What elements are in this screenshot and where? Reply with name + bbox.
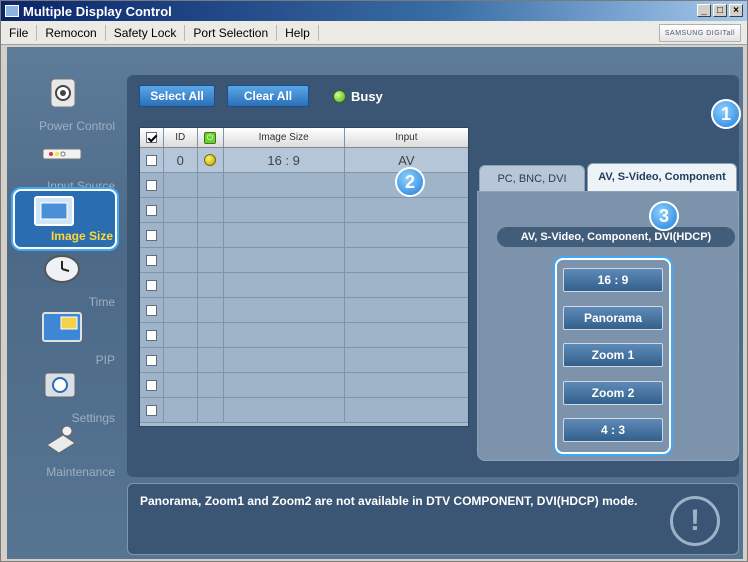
option-4-3-button[interactable]: 4 : 3 bbox=[563, 418, 663, 442]
menu-remocon[interactable]: Remocon bbox=[37, 24, 106, 41]
message-text: Panorama, Zoom1 and Zoom2 are not availa… bbox=[140, 494, 638, 508]
row-checkbox[interactable] bbox=[145, 229, 157, 241]
table-header: ID ⏻ Image Size Input bbox=[140, 128, 468, 148]
table-row[interactable] bbox=[140, 398, 468, 423]
clock-icon bbox=[44, 255, 80, 283]
menu-bar: File Remocon Safety Lock Port Selection … bbox=[1, 21, 747, 45]
row-checkbox[interactable] bbox=[145, 254, 157, 266]
select-all-button[interactable]: Select All bbox=[139, 85, 215, 107]
warning-icon: ! bbox=[670, 496, 720, 546]
sidebar-item-label: Time bbox=[88, 295, 115, 309]
row-checkbox[interactable] bbox=[145, 404, 157, 416]
clear-all-button[interactable]: Clear All bbox=[227, 85, 309, 107]
row-checkbox[interactable] bbox=[145, 279, 157, 291]
close-button[interactable]: × bbox=[729, 4, 743, 17]
option-16-9-button[interactable]: 16 : 9 bbox=[563, 268, 663, 292]
window-controls: _ □ × bbox=[697, 4, 743, 17]
message-panel: Panorama, Zoom1 and Zoom2 are not availa… bbox=[127, 483, 739, 555]
row-checkbox[interactable] bbox=[145, 304, 157, 316]
table-row[interactable] bbox=[140, 348, 468, 373]
option-zoom1-button[interactable]: Zoom 1 bbox=[563, 343, 663, 367]
busy-label: Busy bbox=[351, 89, 383, 104]
sidebar-item-settings[interactable]: Settings bbox=[13, 369, 117, 429]
app-icon bbox=[5, 5, 19, 17]
busy-status-icon bbox=[333, 90, 346, 103]
menu-safety-lock[interactable]: Safety Lock bbox=[106, 24, 186, 41]
row-id: 0 bbox=[164, 148, 198, 172]
table-row[interactable] bbox=[140, 298, 468, 323]
sidebar-item-label: Maintenance bbox=[46, 465, 115, 479]
sidebar-item-label: Power Control bbox=[38, 119, 115, 133]
sidebar-item-label: PIP bbox=[95, 353, 115, 367]
menu-help[interactable]: Help bbox=[277, 24, 319, 41]
select-all-checkbox[interactable] bbox=[145, 132, 157, 143]
row-checkbox[interactable] bbox=[145, 379, 157, 391]
row-checkbox[interactable] bbox=[145, 329, 157, 341]
menu-port-selection[interactable]: Port Selection bbox=[185, 24, 278, 41]
column-header-image-size: Image Size bbox=[224, 128, 345, 147]
status-icon bbox=[204, 154, 217, 166]
maintenance-icon bbox=[46, 425, 76, 454]
power-control-icon bbox=[50, 78, 76, 108]
pip-icon bbox=[42, 312, 82, 342]
row-image-size: 16 : 9 bbox=[224, 148, 345, 172]
row-checkbox[interactable] bbox=[145, 179, 157, 191]
sidebar-item-label: Image Size bbox=[50, 229, 113, 243]
table-row[interactable] bbox=[140, 223, 468, 248]
power-status-icon: ⏻ bbox=[204, 131, 217, 144]
group-label: AV, S-Video, Component, DVI(HDCP) bbox=[497, 227, 735, 247]
row-checkbox[interactable] bbox=[145, 354, 157, 366]
tab-av-svideo-component[interactable]: AV, S-Video, Component bbox=[587, 163, 737, 191]
option-panorama-button[interactable]: Panorama bbox=[563, 306, 663, 330]
main-window: Multiple Display Control _ □ × File Remo… bbox=[0, 0, 748, 562]
brand-logo: SAMSUNG DIGITall bbox=[659, 24, 741, 42]
maximize-button[interactable]: □ bbox=[713, 4, 727, 17]
title-bar: Multiple Display Control _ □ × bbox=[1, 1, 747, 21]
table-row[interactable] bbox=[140, 198, 468, 223]
minimize-button[interactable]: _ bbox=[697, 4, 711, 17]
callout-badge-3: 3 bbox=[649, 201, 679, 231]
image-size-icon bbox=[34, 196, 74, 226]
callout-badge-1: 1 bbox=[711, 99, 741, 129]
sidebar-item-maintenance[interactable]: Maintenance bbox=[13, 423, 117, 483]
client-area: Power Control Input Source Image Size Ti… bbox=[7, 47, 743, 559]
window-title: Multiple Display Control bbox=[23, 3, 172, 19]
sidebar-item-time[interactable]: Time bbox=[13, 253, 117, 313]
callout-badge-2: 2 bbox=[395, 167, 425, 197]
menu-file[interactable]: File bbox=[1, 24, 38, 41]
table-row[interactable] bbox=[140, 373, 468, 398]
table-row[interactable] bbox=[140, 248, 468, 273]
row-checkbox[interactable] bbox=[145, 154, 157, 166]
sidebar-item-pip[interactable]: PIP bbox=[13, 311, 117, 371]
column-header-input: Input bbox=[395, 132, 418, 143]
settings-icon bbox=[44, 372, 76, 398]
sidebar-item-input-source[interactable]: Input Source bbox=[13, 137, 117, 197]
sidebar-item-image-size[interactable]: Image Size bbox=[13, 189, 117, 249]
table-row[interactable] bbox=[140, 273, 468, 298]
tab-pc-bnc-dvi[interactable]: PC, BNC, DVI bbox=[479, 165, 585, 191]
column-header-id: ID bbox=[164, 128, 198, 147]
option-zoom2-button[interactable]: Zoom 2 bbox=[563, 381, 663, 405]
table-row[interactable] bbox=[140, 323, 468, 348]
input-source-icon bbox=[42, 148, 82, 160]
sidebar-item-power-control[interactable]: Power Control bbox=[13, 77, 117, 137]
row-checkbox[interactable] bbox=[145, 204, 157, 216]
busy-indicator: Busy bbox=[333, 89, 383, 104]
